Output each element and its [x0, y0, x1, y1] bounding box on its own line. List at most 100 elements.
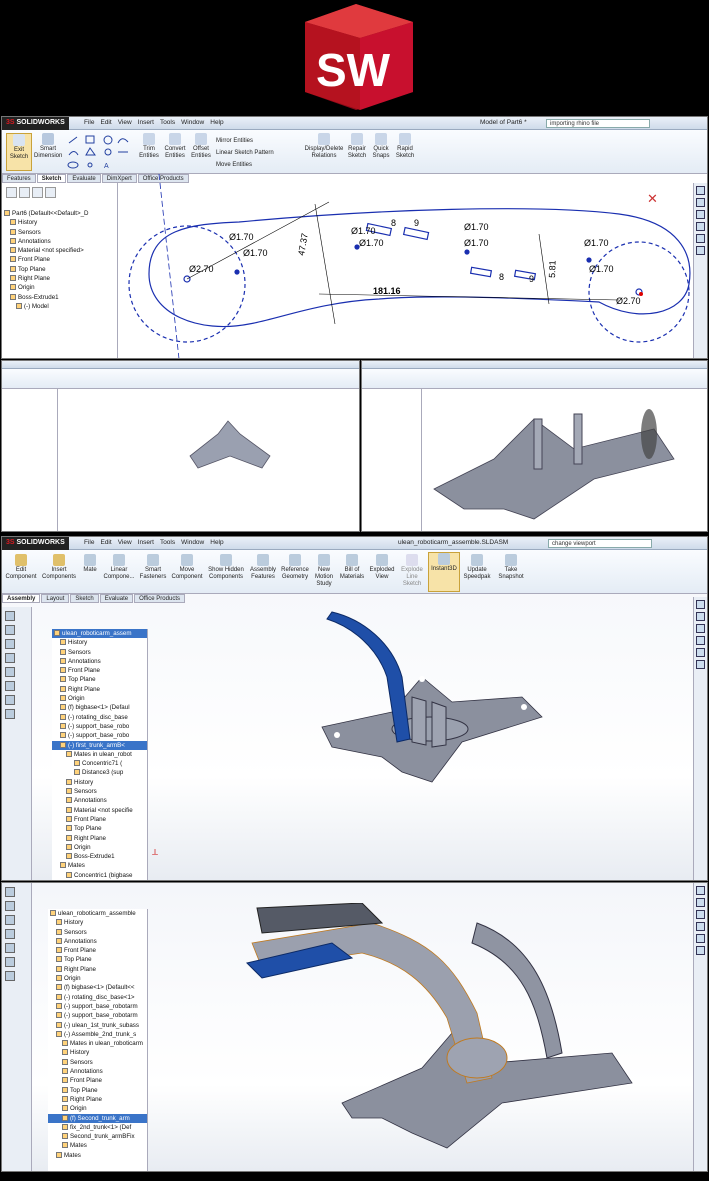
view-palette-icon[interactable]: [696, 636, 705, 645]
tree-item[interactable]: History: [48, 918, 147, 927]
cancel-sketch-icon[interactable]: ✕: [647, 191, 658, 207]
explorer-icon[interactable]: [696, 210, 705, 219]
dim-label[interactable]: Ø1.70: [464, 238, 489, 248]
dim-label[interactable]: 9: [529, 274, 534, 284]
tree-item[interactable]: Annotations: [48, 937, 147, 946]
tree-item[interactable]: (-) Model: [2, 302, 117, 311]
tool-icon[interactable]: [5, 971, 15, 981]
tree-item[interactable]: Material <not specifie: [52, 806, 147, 815]
appearances-icon[interactable]: [696, 234, 705, 243]
tab-office[interactable]: Office Products: [134, 594, 185, 603]
resources-icon[interactable]: [696, 186, 705, 195]
tree-item[interactable]: Front Plane: [48, 946, 147, 955]
resources-icon[interactable]: [696, 600, 705, 609]
dim-label[interactable]: Ø1.70: [243, 248, 268, 258]
tool-icon[interactable]: [5, 915, 15, 925]
tool-icon[interactable]: [5, 901, 15, 911]
tree-item[interactable]: Material <not specified>: [2, 246, 117, 255]
tree-item[interactable]: Sensors: [52, 787, 147, 796]
tool-icon[interactable]: [5, 709, 15, 719]
custom-props-icon[interactable]: [696, 946, 705, 955]
tree-item[interactable]: Right Plane: [52, 685, 147, 694]
dim-label[interactable]: Ø1.70: [464, 222, 489, 232]
tool-icon[interactable]: [5, 653, 15, 663]
tree-item[interactable]: Concentric1 (bigbase: [52, 871, 147, 880]
dim-label[interactable]: Ø1.70: [351, 226, 376, 236]
tree-item[interactable]: Sensors: [48, 928, 147, 937]
view-palette-icon[interactable]: [696, 222, 705, 231]
menu-file[interactable]: File: [84, 119, 94, 126]
tree-root[interactable]: ulean_roboticarm_assemble: [48, 909, 147, 918]
move-component-button[interactable]: Move Component: [170, 554, 204, 581]
tab-sketch[interactable]: Sketch: [36, 174, 67, 183]
tree-item[interactable]: Mates: [48, 1151, 147, 1160]
tree-item[interactable]: Right Plane: [48, 965, 147, 974]
mirror-entities-button[interactable]: Mirror Entities: [216, 135, 274, 147]
tree-item[interactable]: History: [48, 1048, 147, 1057]
reference-geometry-button[interactable]: Reference Geometry: [280, 554, 310, 581]
dim-label[interactable]: 47.37: [296, 232, 310, 256]
tree-item[interactable]: Top Plane: [48, 1086, 147, 1095]
dim-label[interactable]: Ø1.70: [359, 238, 384, 248]
tree-item[interactable]: (f) bigbase<1> (Default<<: [48, 983, 147, 992]
tree-item[interactable]: Right Plane: [52, 834, 147, 843]
menu-tools[interactable]: Tools: [160, 119, 175, 126]
menu-insert[interactable]: Insert: [138, 119, 154, 126]
tree-item[interactable]: (-) support_base_robotarm: [48, 1002, 147, 1011]
tab-evaluate[interactable]: Evaluate: [99, 594, 134, 603]
tree-item[interactable]: Top Plane: [52, 675, 147, 684]
tree-item[interactable]: Top Plane: [52, 824, 147, 833]
tree-item[interactable]: Sensors: [48, 1058, 147, 1067]
menu-edit[interactable]: Edit: [100, 119, 111, 126]
bill-of-materials-button[interactable]: Bill of Materials: [338, 554, 366, 581]
tree-item[interactable]: Annotations: [52, 796, 147, 805]
custom-props-icon[interactable]: [696, 246, 705, 255]
property-manager-icon[interactable]: [19, 187, 30, 198]
tree-item[interactable]: Concentric71 (: [52, 759, 147, 768]
tree-item[interactable]: (-) Assemble_2nd_trunk_s: [48, 1030, 147, 1039]
tool-icon[interactable]: [5, 667, 15, 677]
menu-edit[interactable]: Edit: [100, 539, 111, 546]
tree-item[interactable]: Mates: [48, 1141, 147, 1150]
tree-item[interactable]: Origin: [2, 283, 117, 292]
appearances-icon[interactable]: [696, 648, 705, 657]
menu-window[interactable]: Window: [181, 539, 204, 546]
move-entities-button[interactable]: Move Entities: [216, 159, 274, 171]
library-icon[interactable]: [696, 612, 705, 621]
tree-item[interactable]: Front Plane: [2, 255, 117, 264]
explorer-icon[interactable]: [696, 910, 705, 919]
tree-item[interactable]: Annotations: [52, 657, 147, 666]
tree-item[interactable]: Origin: [52, 843, 147, 852]
config-manager-icon[interactable]: [32, 187, 43, 198]
tab-layout[interactable]: Layout: [41, 594, 70, 603]
display-relations-button[interactable]: Display/Delete Relations: [304, 133, 344, 160]
menu-view[interactable]: View: [118, 119, 132, 126]
tree-item[interactable]: Right Plane: [2, 274, 117, 283]
dim-label[interactable]: Ø1.70: [229, 232, 254, 242]
tree-item-selected[interactable]: (-) first_trunk_armB<: [52, 740, 147, 750]
dim-label[interactable]: 181.16: [373, 286, 401, 296]
tool-icon[interactable]: [5, 943, 15, 953]
tool-icon[interactable]: [5, 611, 15, 621]
dim-label[interactable]: Ø2.70: [616, 296, 641, 306]
smart-fasteners-button[interactable]: Smart Fasteners: [138, 554, 168, 581]
repair-sketch-button[interactable]: Repair Sketch: [346, 133, 368, 160]
edit-component-button[interactable]: Edit Component: [4, 554, 38, 581]
tree-item[interactable]: Top Plane: [48, 955, 147, 964]
tool-icon[interactable]: [5, 929, 15, 939]
show-hidden-button[interactable]: Show Hidden Components: [206, 554, 246, 581]
tree-item[interactable]: History: [2, 218, 117, 227]
tree-item[interactable]: Second_trunk_armBFix: [48, 1132, 147, 1141]
dim-label[interactable]: 9: [414, 218, 419, 228]
rapid-sketch-button[interactable]: Rapid Sketch: [394, 133, 416, 160]
tool-icon[interactable]: [5, 695, 15, 705]
menu-tools[interactable]: Tools: [160, 539, 175, 546]
dim-label[interactable]: 8: [391, 218, 396, 228]
tree-item[interactable]: (f) bigbase<1> (Defaul: [52, 703, 147, 712]
sketch-tools-grid[interactable]: A: [66, 134, 132, 170]
tree-item[interactable]: (-) rotating_disc_base<1>: [48, 993, 147, 1002]
take-snapshot-button[interactable]: Take Snapshot: [494, 554, 528, 581]
view-palette-icon[interactable]: [696, 922, 705, 931]
tree-item[interactable]: Top Plane: [2, 265, 117, 274]
menu-insert[interactable]: Insert: [138, 539, 154, 546]
